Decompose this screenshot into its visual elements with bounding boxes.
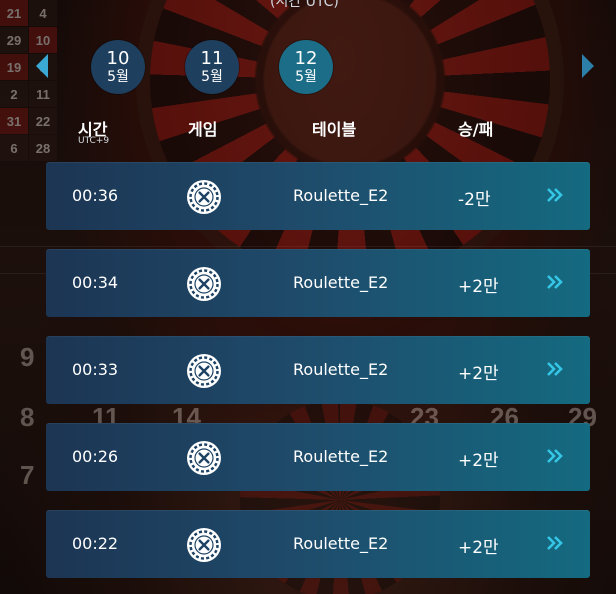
history-row[interactable]: 00:26 Roulette_E2 +2만 [46,423,590,491]
history-row[interactable]: 00:33 Roulette_E2 +2만 [46,336,590,404]
date-month: 5월 [107,68,129,85]
next-date-arrow-icon[interactable] [582,54,594,78]
column-header-timezone: UTC+9 [78,136,110,146]
date-option-11[interactable]: 11 5월 [185,40,239,94]
date-day: 10 [106,47,130,69]
date-month: 5월 [295,68,317,85]
row-result: +2만 [458,277,499,297]
column-header-table: 테이블 [312,120,357,139]
column-header-result: 승/패 [458,120,494,139]
number-grid-decoration: 21 4 29 10 19 8 2 11 31 22 6 28 [0,0,57,161]
date-option-12-selected[interactable]: 12 5월 [279,40,333,94]
history-row[interactable]: 00:36 Roulette_E2 -2만 [46,162,590,230]
history-row[interactable]: 00:22 Roulette_E2 +2만 [46,510,590,578]
row-time: 00:22 [72,534,119,553]
double-chevron-right-icon[interactable] [546,448,564,464]
column-header-game: 게임 [188,120,218,139]
double-chevron-right-icon[interactable] [546,535,564,551]
double-chevron-right-icon[interactable] [546,361,564,377]
row-time: 00:33 [72,360,119,379]
row-time: 00:36 [72,186,119,205]
row-result: +2만 [458,364,499,384]
date-day: 11 [200,47,224,69]
double-chevron-right-icon[interactable] [546,187,564,203]
row-time: 00:26 [72,447,119,466]
roulette-icon [187,267,221,301]
previous-date-arrow-icon[interactable] [36,54,48,78]
row-table-name: Roulette_E2 [293,534,389,553]
roulette-icon [187,180,221,214]
row-table-name: Roulette_E2 [293,447,389,466]
date-day: 12 [294,47,318,69]
row-result: +2만 [458,451,499,471]
roulette-icon [187,354,221,388]
date-option-10[interactable]: 10 5월 [91,40,145,94]
roulette-icon [187,528,221,562]
row-result: +2만 [458,538,499,558]
date-month: 5월 [201,68,223,85]
row-time: 00:34 [72,273,119,292]
row-table-name: Roulette_E2 [293,360,389,379]
timezone-caption: (시간 UTC) [270,0,339,10]
row-result: -2만 [458,190,491,210]
roulette-icon [187,441,221,475]
double-chevron-right-icon[interactable] [546,274,564,290]
row-table-name: Roulette_E2 [293,273,389,292]
history-row[interactable]: 00:34 Roulette_E2 +2만 [46,249,590,317]
row-table-name: Roulette_E2 [293,186,389,205]
